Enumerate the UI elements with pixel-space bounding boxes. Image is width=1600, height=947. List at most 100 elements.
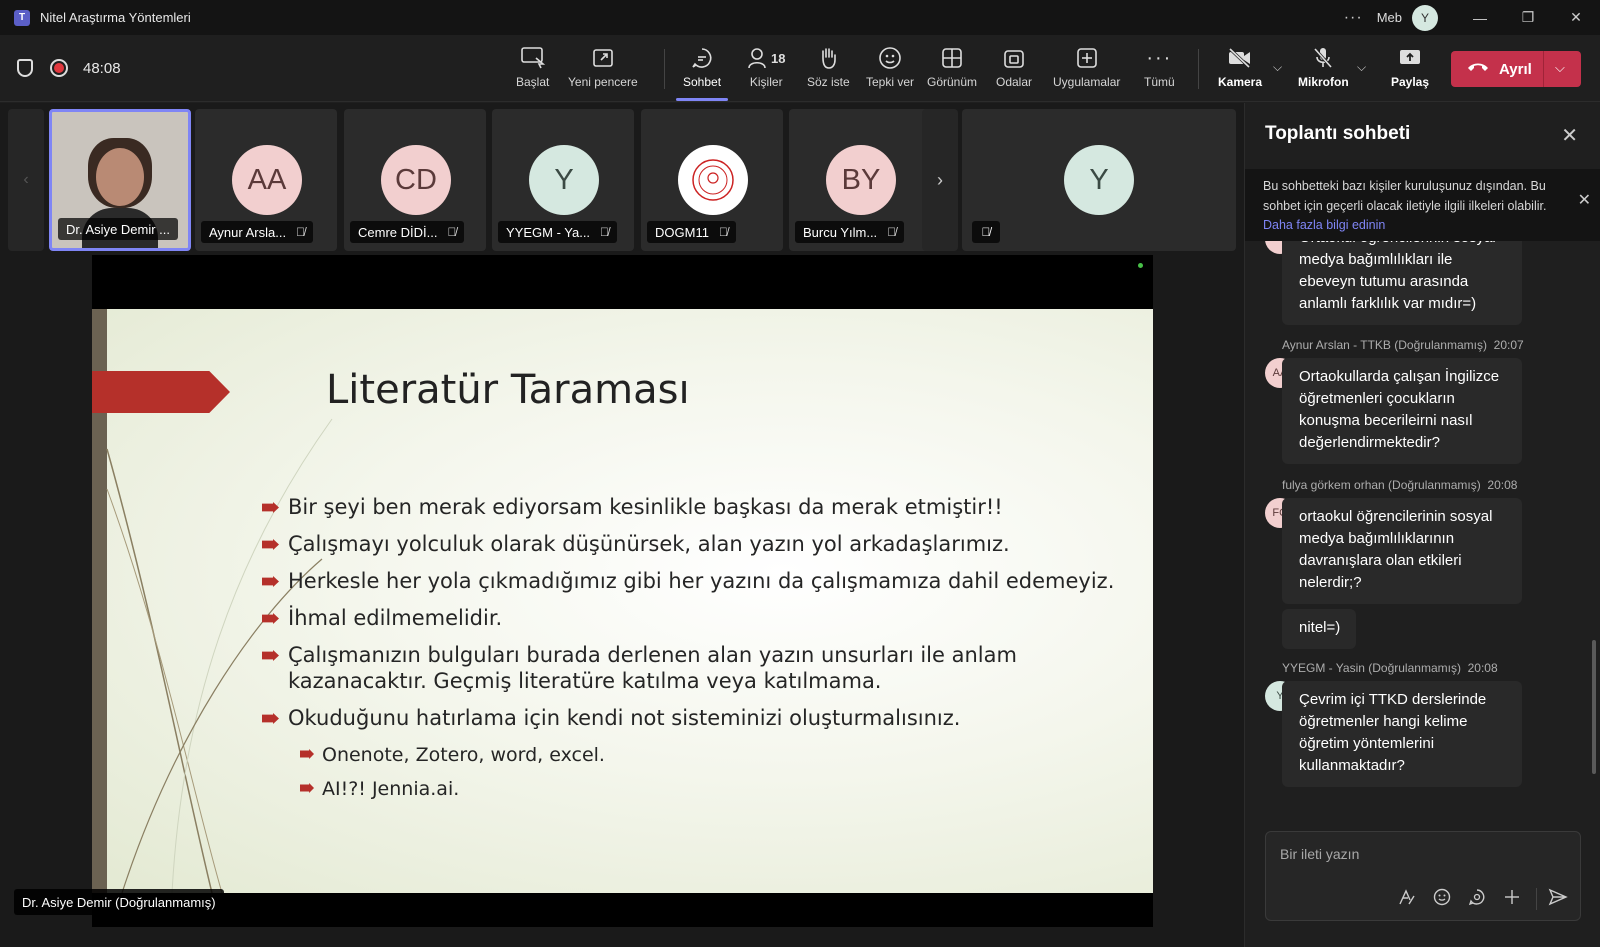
mic-off-icon: 🎙̸ bbox=[296, 225, 306, 239]
camera-button[interactable]: Kamera bbox=[1218, 45, 1262, 95]
chat-scrollbar[interactable] bbox=[1592, 640, 1596, 774]
participant-avatar: AA bbox=[232, 145, 302, 215]
message-author: Aynur Arslan - TTKB (Doğrulanmamış) bbox=[1282, 338, 1487, 352]
participant-avatar: Y bbox=[1064, 145, 1134, 215]
participant-name: Cemre DİDİ... bbox=[358, 224, 438, 240]
mic-off-icon: 🎙̸ bbox=[972, 221, 1000, 243]
next-participants-button[interactable]: › bbox=[922, 109, 958, 251]
bullet-arrow-icon bbox=[262, 613, 279, 624]
message-bubble: Ortaokullarda çalışan İngilizce öğretmen… bbox=[1282, 358, 1522, 464]
message-bubble: Ortaokul öğrencilerinin sosyal medya bağ… bbox=[1282, 241, 1522, 325]
message-time: 20:07 bbox=[1493, 338, 1524, 352]
raise-hand-icon bbox=[817, 45, 839, 71]
breakout-rooms-icon bbox=[1002, 45, 1026, 71]
emoji-icon[interactable] bbox=[1433, 888, 1451, 911]
rooms-button[interactable]: Odalar bbox=[996, 45, 1032, 95]
presenter-label: Dr. Asiye Demir (Doğrulanmamış) bbox=[14, 889, 224, 915]
participant-name: Dr. Asiye Demir ... bbox=[58, 218, 179, 240]
participant-tile[interactable]: Y YYEGM - Ya... 🎙̸ bbox=[492, 109, 634, 251]
mic-off-icon: 🎙̸ bbox=[600, 225, 610, 239]
participant-tile[interactable]: Y 🎙̸ bbox=[962, 109, 1236, 251]
participant-tile[interactable]: AA Aynur Arsla... 🎙̸ bbox=[195, 109, 337, 251]
close-chat-icon[interactable]: ✕ bbox=[1561, 123, 1578, 148]
meeting-timer: 48:08 bbox=[83, 60, 121, 77]
previous-participants-button[interactable]: ‹ bbox=[8, 109, 44, 251]
participant-name: YYEGM - Ya... bbox=[506, 224, 591, 240]
bullet-item: İhmal edilmemelidir. bbox=[262, 605, 1122, 631]
message-list[interactable]: Ortaokul öğrencilerinin sosyal medya bağ… bbox=[1245, 241, 1600, 801]
format-icon[interactable] bbox=[1398, 888, 1416, 911]
participant-name: Aynur Arsla... bbox=[209, 224, 287, 240]
minimize-button[interactable]: — bbox=[1456, 0, 1504, 35]
start-button[interactable]: Başlat bbox=[516, 45, 549, 95]
sub-bullet-item: AI!?! Jennia.ai. bbox=[300, 776, 1122, 802]
dismiss-notice-icon[interactable]: ✕ bbox=[1578, 191, 1591, 211]
grid-view-icon bbox=[940, 45, 964, 71]
people-count: 18 bbox=[771, 50, 786, 66]
chat-button[interactable]: Sohbet bbox=[676, 45, 729, 101]
bullet-arrow-icon bbox=[262, 539, 279, 550]
more-options-icon[interactable]: ··· bbox=[1344, 9, 1363, 27]
slide-bullets: Bir şeyi ben merak ediyorsam kesinlikle … bbox=[262, 494, 1122, 810]
mic-off-icon: 🎙̸ bbox=[718, 225, 728, 239]
view-button[interactable]: Görünüm bbox=[927, 45, 977, 95]
add-attachment-icon[interactable] bbox=[1503, 888, 1521, 911]
shield-icon[interactable] bbox=[17, 59, 33, 77]
learn-more-link[interactable]: Daha fazla bilgi edinin bbox=[1263, 218, 1385, 232]
people-button[interactable]: 18 Kişiler bbox=[747, 45, 785, 95]
mic-off-icon bbox=[1311, 45, 1335, 71]
slide-title: Literatür Taraması bbox=[326, 367, 690, 413]
react-button[interactable]: Tepki ver bbox=[866, 45, 914, 95]
shared-screen: Literatür Taraması Bir şeyi ben merak ed… bbox=[92, 255, 1153, 927]
user-avatar[interactable]: Y bbox=[1412, 4, 1438, 31]
leave-button[interactable]: Ayrıl ⌵ bbox=[1451, 51, 1581, 87]
sub-bullet-item: Onenote, Zotero, word, excel. bbox=[300, 742, 1122, 768]
title-arrow-shape bbox=[92, 371, 230, 413]
chat-panel: Toplantı sohbeti ✕ Bu sohbetteki bazı ki… bbox=[1244, 103, 1600, 947]
send-icon[interactable] bbox=[1548, 888, 1568, 911]
smiley-icon bbox=[878, 45, 902, 71]
meeting-toolbar: 48:08 Başlat Yeni pencere Sohbet 18 Kişi… bbox=[0, 35, 1600, 102]
mic-off-icon: 🎙̸ bbox=[447, 225, 457, 239]
participant-tile[interactable]: CD Cemre DİDİ... 🎙̸ bbox=[344, 109, 486, 251]
message-meta: Aynur Arslan - TTKB (Doğrulanmamış) 20:0… bbox=[1282, 338, 1524, 352]
mic-options-chevron-icon[interactable]: ⌵ bbox=[1357, 60, 1366, 75]
leave-options-chevron-icon[interactable]: ⌵ bbox=[1555, 60, 1565, 76]
more-button[interactable]: ··· Tümü bbox=[1144, 45, 1175, 95]
camera-options-chevron-icon[interactable]: ⌵ bbox=[1273, 60, 1282, 75]
message-time: 20:08 bbox=[1487, 478, 1518, 492]
recording-icon bbox=[50, 59, 68, 77]
participant-avatar: Y bbox=[529, 145, 599, 215]
message-input[interactable]: Bir ileti yazın bbox=[1280, 846, 1359, 862]
bullet-arrow-icon bbox=[300, 749, 314, 759]
participant-tile[interactable]: Dr. Asiye Demir ... bbox=[49, 109, 191, 251]
toolbar-divider bbox=[664, 49, 665, 89]
restore-button[interactable]: ❐ bbox=[1504, 0, 1552, 35]
message-bubble: nitel=) bbox=[1282, 609, 1357, 649]
message-meta: YYEGM - Yasin (Doğrulanmamış) 20:08 bbox=[1282, 661, 1498, 675]
loop-icon[interactable] bbox=[1468, 888, 1486, 911]
new-window-button[interactable]: Yeni pencere bbox=[568, 45, 638, 95]
bullet-item: Okuduğunu hatırlama için kendi not siste… bbox=[262, 705, 1122, 731]
message-meta: fulya görkem orhan (Doğrulanmamış) 20:08 bbox=[1282, 478, 1517, 492]
apps-button[interactable]: Uygulamalar bbox=[1053, 45, 1120, 95]
participant-name: Burcu Yılm... bbox=[803, 224, 878, 240]
title-bar: T Nitel Araştırma Yöntemleri ··· Meb Y —… bbox=[0, 0, 1600, 35]
bullet-item: Çalışmayı yolculuk olarak düşünürsek, al… bbox=[262, 531, 1122, 557]
chat-title: Toplantı sohbeti bbox=[1265, 123, 1411, 144]
mic-off-icon: 🎙̸ bbox=[887, 225, 897, 239]
message-bubble: Çevrim içi TTKD derslerinde öğretmenler … bbox=[1282, 681, 1522, 787]
toolbar-divider bbox=[1198, 49, 1199, 89]
message-author: fulya görkem orhan (Doğrulanmamış) bbox=[1282, 478, 1481, 492]
raise-hand-button[interactable]: Söz iste bbox=[807, 45, 850, 95]
mic-button[interactable]: Mikrofon bbox=[1298, 45, 1349, 95]
bullet-arrow-icon bbox=[262, 502, 279, 513]
share-button[interactable]: Paylaş bbox=[1391, 45, 1429, 95]
teams-logo-icon: T bbox=[14, 9, 30, 26]
pop-out-icon bbox=[591, 45, 615, 71]
message-composer[interactable]: Bir ileti yazın bbox=[1265, 831, 1581, 921]
participant-tile[interactable]: BY Burcu Yılm... 🎙̸ bbox=[789, 109, 931, 251]
participant-tile[interactable]: DOGM11 🎙̸ bbox=[641, 109, 783, 251]
close-window-button[interactable]: ✕ bbox=[1552, 0, 1600, 35]
org-name: Meb bbox=[1376, 10, 1402, 25]
